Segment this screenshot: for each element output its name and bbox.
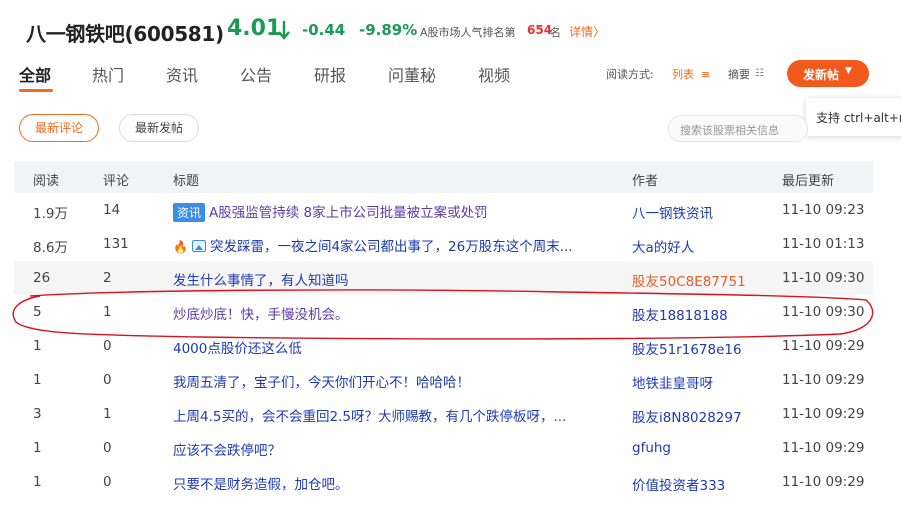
tab-all[interactable]: 全部	[19, 62, 51, 86]
read-count: 5	[33, 304, 42, 320]
read-mode-label: 阅读方式:	[606, 68, 654, 81]
read-count: 8.6万	[33, 240, 68, 256]
post-title-link[interactable]: 资讯 A股强监管持续 8家上市公司批量被立案或处罚	[173, 201, 613, 222]
filter-latest-comment-button[interactable]: 最新评论	[19, 114, 99, 142]
summary-icon[interactable]: ☷	[755, 68, 764, 79]
update-time: 11-10 09:29	[782, 338, 865, 354]
post-title-link[interactable]: 炒底炒底！快，手慢没机会。	[173, 303, 613, 323]
author-link[interactable]: 股友i8N8028297	[632, 406, 742, 426]
author-link[interactable]: 八一钢铁资讯	[632, 202, 713, 222]
author-link[interactable]: 地铁韭皇哥呀	[632, 372, 713, 392]
table-row[interactable]: 3 1 上周4.5买的，会不会重回2.5呀？大师赐教，有几个跌停板呀，... 股…	[14, 397, 873, 431]
filter-latest-post-button[interactable]: 最新发帖	[119, 114, 199, 142]
new-post-button-label: 发新帖	[803, 68, 840, 82]
read-mode-summary[interactable]: 摘要	[728, 66, 750, 82]
author-link[interactable]: 大a的好人	[632, 236, 694, 256]
detail-link-label: 详情	[569, 25, 594, 39]
stock-price: 4.01	[227, 16, 282, 41]
read-count: 1	[33, 440, 42, 456]
list-icon[interactable]: ≡	[701, 68, 710, 81]
header-read: 阅读	[33, 174, 60, 189]
header-updated: 最后更新	[782, 174, 835, 189]
fire-icon: 🔥	[173, 240, 188, 254]
comment-count: 0	[103, 372, 112, 388]
table-row[interactable]: 1 0 我周五清了，宝子们，今天你们开心不！哈哈哈！ 地铁韭皇哥呀 11-10 …	[14, 363, 873, 397]
detail-link[interactable]: 详情〉	[569, 23, 605, 40]
update-time: 11-10 09:29	[782, 406, 865, 422]
update-time: 11-10 09:29	[782, 474, 865, 490]
post-title-link[interactable]: 🔥 突发踩雷，一夜之间4家公司都出事了，26万股东这个周末...	[173, 235, 613, 255]
read-count: 1.9万	[33, 206, 68, 222]
popularity-rank-label: A股市场人气排名第	[420, 26, 516, 39]
tab-hot[interactable]: 热门	[92, 62, 124, 86]
post-title-text: A股强监管持续 8家上市公司批量被立案或处罚	[209, 205, 488, 221]
tab-bar: 全部 热门 资讯 公告 研报 问董秘 视频 阅读方式: 列表 ≡ 摘要 ☷ 发新…	[0, 58, 901, 94]
image-icon	[191, 240, 206, 252]
table-row[interactable]: 1 0 应该不会跌停吧？ gfuhg 11-10 09:29	[14, 431, 873, 465]
shortcut-tooltip: 支持 ctrl+alt+r	[806, 98, 901, 136]
table-row[interactable]: 5 1 炒底炒底！快，手慢没机会。 股友18818188 11-10 09:30	[14, 295, 873, 329]
popularity-rank-number: 654	[527, 23, 553, 37]
read-count: 3	[33, 406, 42, 422]
new-post-button[interactable]: 发新帖 ▼	[787, 60, 869, 87]
read-count: 26	[33, 270, 51, 286]
tab-announcements[interactable]: 公告	[240, 62, 272, 86]
comment-count: 2	[103, 270, 112, 286]
active-tab-underline	[19, 89, 53, 92]
read-count: 1	[33, 372, 42, 388]
header-comment: 评论	[103, 174, 130, 189]
update-time: 11-10 09:29	[782, 372, 865, 388]
stock-header: 八一钢铁吧(600581) 4.01 -0.44 -9.89% A股市场人气排名…	[0, 0, 901, 62]
table-row[interactable]: 8.6万 131 🔥 突发踩雷，一夜之间4家公司都出事了，26万股东这个周末...…	[14, 227, 873, 261]
down-arrow-icon	[278, 21, 290, 40]
header-author: 作者	[632, 174, 659, 189]
caret-down-icon: ▼	[845, 66, 852, 76]
read-mode-list[interactable]: 列表	[672, 66, 694, 82]
stock-name[interactable]: 八一钢铁吧(600581)	[26, 18, 224, 47]
tab-video[interactable]: 视频	[478, 62, 510, 86]
table-row[interactable]: 1.9万 14 资讯 A股强监管持续 8家上市公司批量被立案或处罚 八一钢铁资讯 …	[14, 193, 873, 227]
comment-count: 1	[103, 406, 112, 422]
update-time: 11-10 09:30	[782, 270, 865, 286]
read-count: 1	[33, 338, 42, 354]
comment-count: 0	[103, 338, 112, 354]
author-link[interactable]: 股友51r1678e16	[632, 338, 742, 358]
comment-count: 0	[103, 440, 112, 456]
post-title-link[interactable]: 4000点股价还这么低	[173, 337, 613, 357]
table-row[interactable]: 26 2 发生什么事情了，有人知道吗 股友50C8E87751 11-10 09…	[14, 261, 873, 295]
comment-count: 131	[103, 236, 129, 252]
post-title-link[interactable]: 我周五清了，宝子们，今天你们开心不！哈哈哈！	[173, 371, 613, 391]
table-row[interactable]: 1 0 4000点股价还这么低 股友51r1678e16 11-10 09:29	[14, 329, 873, 363]
post-title-link[interactable]: 发生什么事情了，有人知道吗	[173, 269, 613, 289]
table-row[interactable]: 1 0 只要不是财务造假，加仓吧。 价值投资者333 11-10 09:29	[14, 465, 873, 499]
update-time: 11-10 09:23	[782, 202, 865, 218]
update-time: 11-10 09:29	[782, 440, 865, 456]
read-count: 1	[33, 474, 42, 490]
header-title: 标题	[173, 174, 200, 189]
post-title-link[interactable]: 只要不是财务造假，加仓吧。	[173, 473, 613, 493]
post-title-link[interactable]: 上周4.5买的，会不会重回2.5呀？大师赐教，有几个跌停板呀，...	[173, 405, 613, 425]
popularity-rank-unit: 名	[550, 26, 561, 39]
author-link[interactable]: 股友50C8E87751	[632, 270, 746, 290]
price-change-percent: -9.89%	[359, 21, 418, 39]
table-header: 阅读 评论 标题 作者 最后更新	[14, 161, 873, 193]
author-link[interactable]: 股友18818188	[632, 304, 728, 324]
post-title-link[interactable]: 应该不会跌停吧？	[173, 439, 613, 459]
news-tag: 资讯	[173, 203, 206, 222]
author-link[interactable]: gfuhg	[632, 440, 671, 456]
update-time: 11-10 09:30	[782, 304, 865, 320]
comment-count: 0	[103, 474, 112, 490]
update-time: 11-10 01:13	[782, 236, 865, 252]
tab-news[interactable]: 资讯	[166, 62, 198, 86]
chevron-right-icon: 〉	[593, 25, 606, 39]
tab-research[interactable]: 研报	[314, 62, 346, 86]
stock-search-input[interactable]: 搜索该股票相关信息	[668, 115, 808, 142]
price-change: -0.44	[302, 21, 346, 39]
post-title-text: 突发踩雷，一夜之间4家公司都出事了，26万股东这个周末...	[209, 239, 573, 255]
author-link[interactable]: 价值投资者333	[632, 474, 725, 494]
tab-ask-secretary[interactable]: 问董秘	[388, 62, 436, 86]
comment-count: 14	[103, 202, 121, 218]
comment-count: 1	[103, 304, 112, 320]
